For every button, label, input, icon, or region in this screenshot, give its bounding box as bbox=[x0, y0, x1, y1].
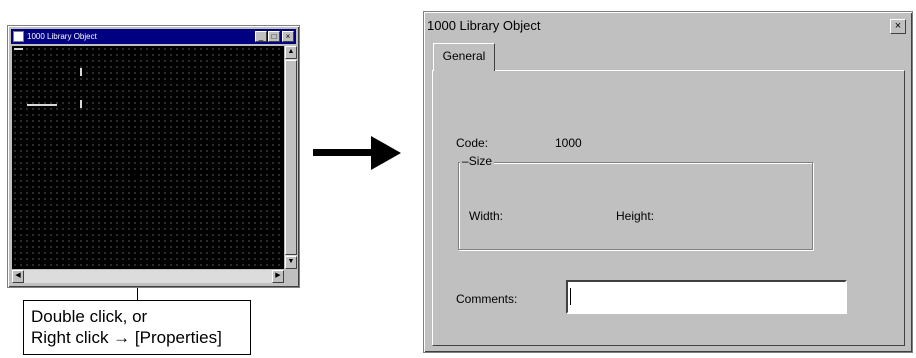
horizontal-scrollbar[interactable]: ◀ ▶ bbox=[12, 270, 284, 283]
close-icon: × bbox=[894, 20, 902, 32]
app-icon bbox=[13, 31, 24, 42]
size-group-label: –Size bbox=[460, 154, 495, 168]
canvas-mark bbox=[80, 68, 82, 76]
close-button[interactable]: × bbox=[282, 31, 294, 42]
dialog-title-bar[interactable]: 1000 Library Object × bbox=[426, 15, 910, 37]
pointer-arrow-line bbox=[137, 178, 138, 246]
vertical-scroll-thumb[interactable] bbox=[285, 60, 297, 255]
tab-general[interactable]: General bbox=[433, 43, 495, 71]
code-value: 1000 bbox=[555, 136, 582, 150]
library-object-canvas[interactable] bbox=[12, 46, 284, 269]
instruction-callout: Double click, or Right click → [Properti… bbox=[23, 300, 251, 355]
window-title: 1000 Library Object bbox=[27, 32, 97, 41]
minimize-button[interactable]: _ bbox=[255, 31, 267, 42]
scroll-down-button[interactable]: ▼ bbox=[285, 256, 297, 269]
scroll-left-button[interactable]: ◀ bbox=[12, 270, 24, 283]
canvas-mark bbox=[80, 100, 82, 108]
transition-arrow-shaft bbox=[313, 149, 373, 156]
library-object-window: 1000 Library Object _ □ × ▲ ▼ ◀ ▶ bbox=[7, 25, 300, 288]
callout-leader-line bbox=[137, 288, 138, 300]
comments-label: Comments: bbox=[456, 292, 518, 306]
transition-arrow-head bbox=[371, 136, 401, 170]
comments-input[interactable] bbox=[566, 280, 847, 314]
scroll-up-button[interactable]: ▲ bbox=[285, 46, 297, 59]
width-label: Width: bbox=[469, 209, 504, 223]
text-caret bbox=[570, 288, 571, 305]
scroll-right-button[interactable]: ▶ bbox=[272, 270, 284, 283]
callout-line-2: Right click → [Properties] bbox=[31, 328, 222, 347]
canvas-mark bbox=[14, 48, 23, 50]
dialog-close-button[interactable]: × bbox=[890, 19, 906, 34]
callout-line-1: Double click, or bbox=[31, 307, 148, 326]
vertical-scrollbar[interactable]: ▲ ▼ bbox=[285, 46, 297, 269]
maximize-button[interactable]: □ bbox=[268, 31, 280, 42]
code-label: Code: bbox=[456, 136, 489, 150]
dialog-title: 1000 Library Object bbox=[427, 18, 541, 33]
height-label: Height: bbox=[616, 209, 655, 223]
size-group-box bbox=[458, 162, 813, 250]
window-title-bar[interactable]: 1000 Library Object _ □ × bbox=[11, 29, 296, 44]
properties-dialog: 1000 Library Object × General Code: 1000… bbox=[423, 11, 913, 353]
canvas-mark bbox=[27, 104, 57, 106]
